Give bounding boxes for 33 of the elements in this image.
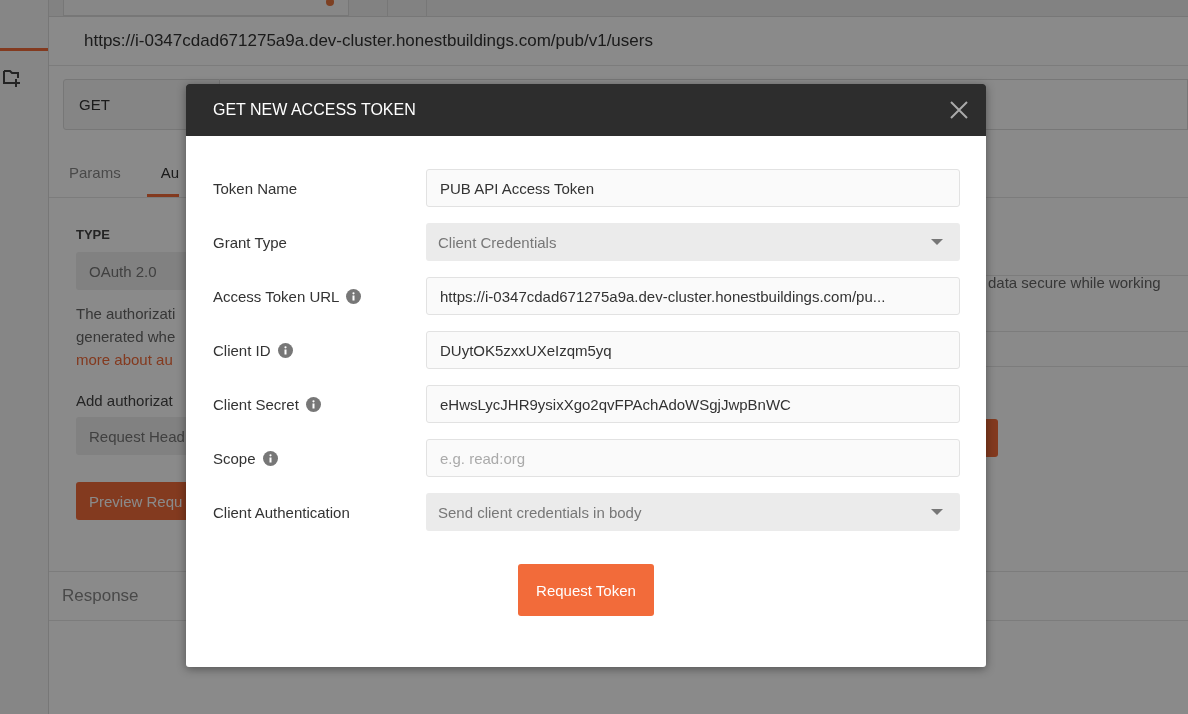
field-label: Token Name (213, 179, 298, 197)
field-label: Client Authentication (213, 503, 350, 521)
caret-icon (931, 239, 943, 245)
response-label: Response (62, 586, 139, 606)
dropdown[interactable]: Client Credentials (426, 223, 960, 261)
field-label: Client ID (213, 341, 271, 359)
docs-link[interactable]: more about au (76, 348, 173, 371)
notice-text: data secure while working (988, 274, 1161, 291)
input-field[interactable]: e.g. read:org (426, 439, 960, 477)
field-label: Client Secret (213, 395, 299, 413)
input-field[interactable]: https://i-0347cdad671275a9a.dev-cluster.honestbuildings.com/pu... (426, 277, 960, 315)
description-text: generated whe (76, 327, 176, 347)
caret-icon (931, 509, 943, 515)
field-label: Access Token URL (213, 287, 340, 305)
info-icon[interactable] (346, 288, 362, 304)
input-field[interactable]: DUytOK5zxxUXeIzqm5yq (426, 331, 960, 369)
input-field[interactable]: eHwsLycJHR9ysixXgo2qvFPAchAdoWSgjJwpBnWC (426, 385, 960, 423)
tab[interactable]: Au (146, 151, 180, 197)
field-label: Scope (213, 449, 256, 467)
description-text: The authorizati (76, 304, 176, 324)
add-auth-label: Add authorizat (76, 392, 173, 409)
info-icon[interactable] (305, 396, 321, 412)
unsaved-dot-icon (326, 0, 334, 6)
tab[interactable]: Params (69, 151, 121, 197)
close-icon[interactable] (950, 101, 968, 119)
request-token-button[interactable]: Request Token (518, 564, 654, 616)
dropdown[interactable]: Send client credentials in body (426, 493, 960, 531)
request-title: https://i-0347cdad671275a9a.dev-cluster.honestbuildings.com/pub/v1/users (84, 31, 653, 51)
info-icon[interactable] (262, 450, 278, 466)
info-icon[interactable] (277, 342, 293, 358)
input-field[interactable]: PUB API Access Token (426, 169, 960, 207)
type-label: TYPE (76, 227, 110, 242)
field-label: Grant Type (213, 233, 287, 251)
